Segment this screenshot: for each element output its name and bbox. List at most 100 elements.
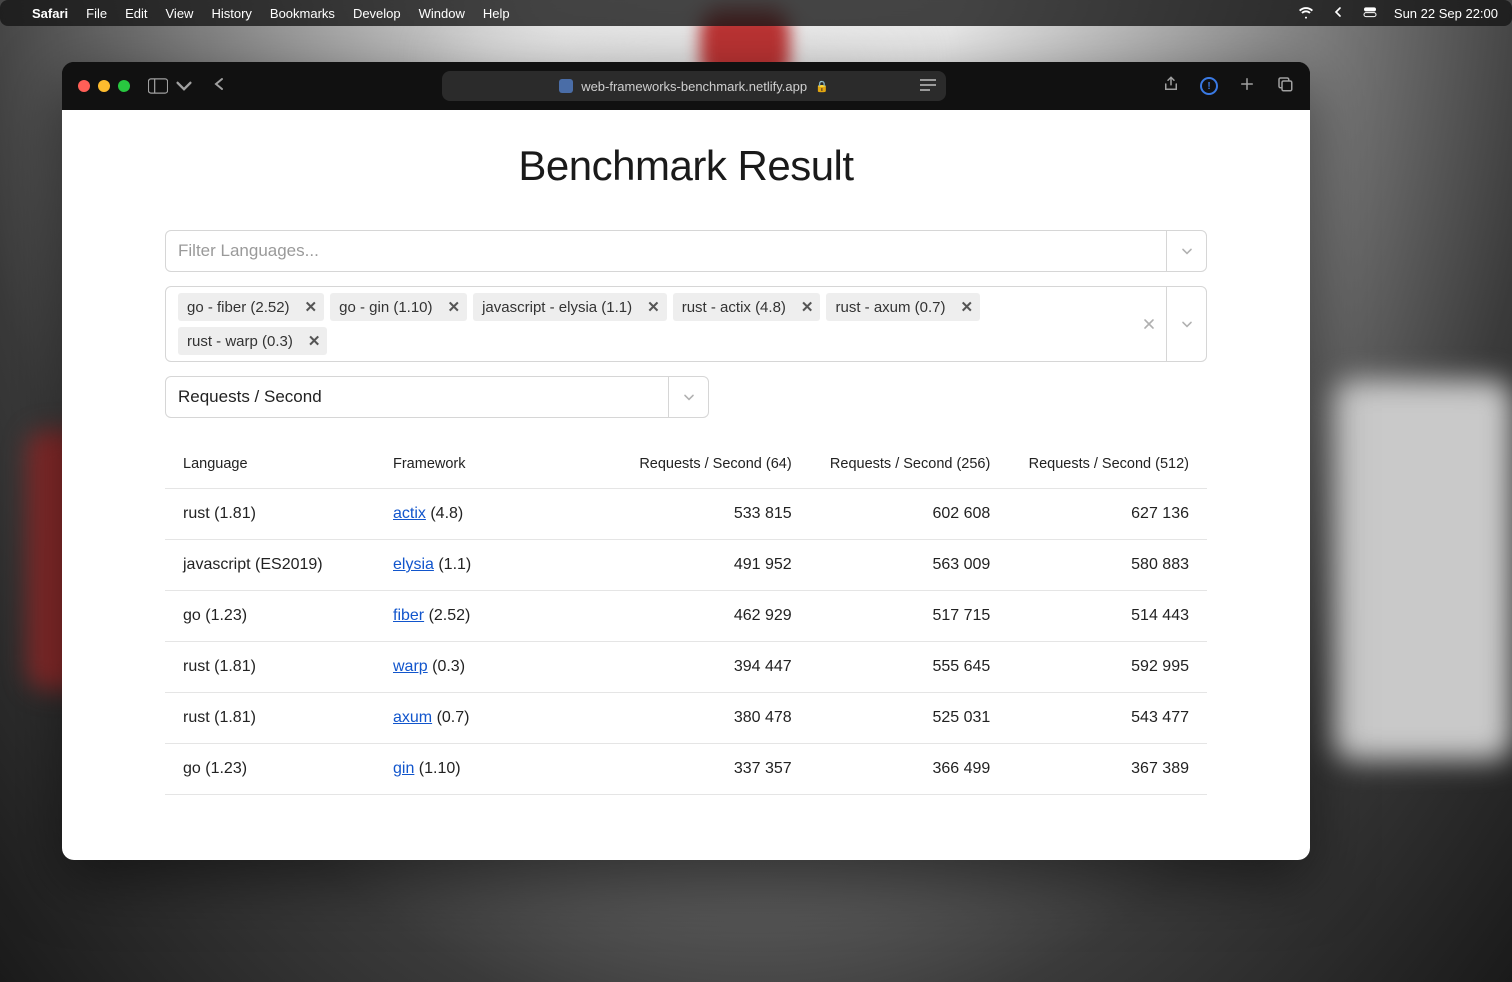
chevron-down-icon [174,78,194,94]
menubar-item-file[interactable]: File [86,6,107,21]
share-icon[interactable] [1162,75,1180,98]
framework-link[interactable]: fiber [393,607,424,624]
control-center-icon[interactable] [1362,4,1378,23]
cell-language: rust (1.81) [183,505,393,523]
framework-chip-remove[interactable]: ✕ [640,293,667,321]
cell-framework: elysia (1.1) [393,556,593,574]
metric-select[interactable]: Requests / Second [165,376,709,418]
framework-chip-label: javascript - elysia (1.1) [473,294,640,321]
framework-chip-label: go - fiber (2.52) [178,294,298,321]
cell-req64: 394 447 [593,658,792,676]
th-req256: Requests / Second (256) [792,456,991,472]
metric-value: Requests / Second [178,387,322,407]
new-tab-button[interactable] [1238,75,1256,98]
framework-chip-label: go - gin (1.10) [330,294,440,321]
menubar-datetime[interactable]: Sun 22 Sep 22:00 [1394,6,1498,21]
cell-req512: 367 389 [990,760,1189,778]
filter-frameworks-dropdown-indicator[interactable] [1166,287,1206,361]
framework-chip: rust - axum (0.7)✕ [826,293,980,321]
framework-link[interactable]: elysia [393,556,434,573]
page-title: Benchmark Result [165,142,1207,190]
table-row: javascript (ES2019)elysia (1.1)491 95256… [165,540,1207,591]
clear-all-button[interactable] [1132,287,1166,361]
cell-req512: 580 883 [990,556,1189,574]
table-header-row: Language Framework Requests / Second (64… [165,440,1207,489]
table-row: rust (1.81)actix (4.8) 533 815602 608627 … [165,489,1207,540]
menubar-item-bookmarks[interactable]: Bookmarks [270,6,335,21]
framework-link[interactable]: actix [393,505,426,522]
nav-back-button[interactable] [212,77,226,96]
chevron-down-icon [681,389,697,405]
framework-version: (1.10) [414,760,460,777]
wifi-icon[interactable] [1298,4,1314,23]
lock-icon: 🔒 [815,80,829,93]
url-display: web-frameworks-benchmark.netlify.app [581,79,807,94]
table-row: go (1.23)gin (1.10)337 357366 499367 389 [165,744,1207,795]
framework-version: (4.8) [426,505,463,522]
menubar-app-name[interactable]: Safari [32,6,68,21]
cell-framework: gin (1.10) [393,760,593,778]
cell-language: rust (1.81) [183,658,393,676]
extension-icon[interactable]: ! [1200,77,1218,95]
macos-menubar: Safari File Edit View History Bookmarks … [0,0,1512,26]
cell-framework: warp (0.3) [393,658,593,676]
menubar-item-help[interactable]: Help [483,6,510,21]
tab-overview-icon[interactable] [1276,75,1294,98]
framework-link[interactable]: gin [393,760,414,777]
th-req512: Requests / Second (512) [990,456,1189,472]
cell-req256: 525 031 [792,709,991,727]
framework-version: (0.7) [432,709,469,726]
th-language: Language [183,456,393,472]
menubar-item-window[interactable]: Window [419,6,465,21]
th-req64: Requests / Second (64) [593,456,792,472]
framework-chip: go - gin (1.10)✕ [330,293,467,321]
window-close-button[interactable] [78,80,90,92]
filter-languages-placeholder: Filter Languages... [178,241,319,261]
cell-req512: 514 443 [990,607,1189,625]
cell-req64: 462 929 [593,607,792,625]
x-icon [1141,316,1157,332]
framework-chip-remove[interactable]: ✕ [441,293,468,321]
menubar-item-develop[interactable]: Develop [353,6,401,21]
sidebar-toggle-button[interactable] [148,78,194,94]
cell-req64: 533 815 [593,505,792,523]
table-row: rust (1.81)axum (0.7)380 478525 031543 4… [165,693,1207,744]
table-row: go (1.23)fiber (2.52)462 929517 715514 4… [165,591,1207,642]
window-maximize-button[interactable] [118,80,130,92]
cell-language: go (1.23) [183,760,393,778]
filter-languages-select[interactable]: Filter Languages... [165,230,1207,272]
chevron-down-icon [1179,243,1195,259]
framework-link[interactable]: warp [393,658,428,675]
cell-req256: 602 608 [792,505,991,523]
table-row: rust (1.81)warp (0.3)394 447555 645592 9… [165,642,1207,693]
filter-languages-dropdown-indicator[interactable] [1166,231,1206,271]
cell-req512: 543 477 [990,709,1189,727]
cell-req256: 517 715 [792,607,991,625]
menubar-item-edit[interactable]: Edit [125,6,147,21]
framework-version: (0.3) [428,658,465,675]
reader-mode-icon[interactable] [920,78,936,95]
back-nav-icon[interactable] [1330,4,1346,23]
framework-chip-remove[interactable]: ✕ [298,293,325,321]
window-minimize-button[interactable] [98,80,110,92]
metric-dropdown-indicator[interactable] [668,377,708,417]
url-bar[interactable]: web-frameworks-benchmark.netlify.app 🔒 [442,71,946,101]
framework-link[interactable]: axum [393,709,432,726]
page-content: Benchmark Result Filter Languages... go … [62,110,1310,860]
framework-chip: rust - warp (0.3)✕ [178,327,327,355]
menubar-item-history[interactable]: History [211,6,251,21]
filter-frameworks-select[interactable]: go - fiber (2.52)✕go - gin (1.10)✕javasc… [165,286,1207,362]
site-favicon-icon [559,79,573,93]
cell-req512: 627 136 [990,505,1189,523]
menubar-item-view[interactable]: View [166,6,194,21]
th-framework: Framework [393,456,593,472]
framework-chip-remove[interactable]: ✕ [794,293,821,321]
framework-chip-label: rust - warp (0.3) [178,328,301,355]
safari-titlebar: web-frameworks-benchmark.netlify.app 🔒 ! [62,62,1310,110]
framework-chip-remove[interactable]: ✕ [954,293,981,321]
cell-req512: 592 995 [990,658,1189,676]
framework-chip-remove[interactable]: ✕ [301,327,328,355]
results-table: Language Framework Requests / Second (64… [165,440,1207,795]
traffic-lights [78,80,130,92]
framework-chip-label: rust - axum (0.7) [826,294,953,321]
